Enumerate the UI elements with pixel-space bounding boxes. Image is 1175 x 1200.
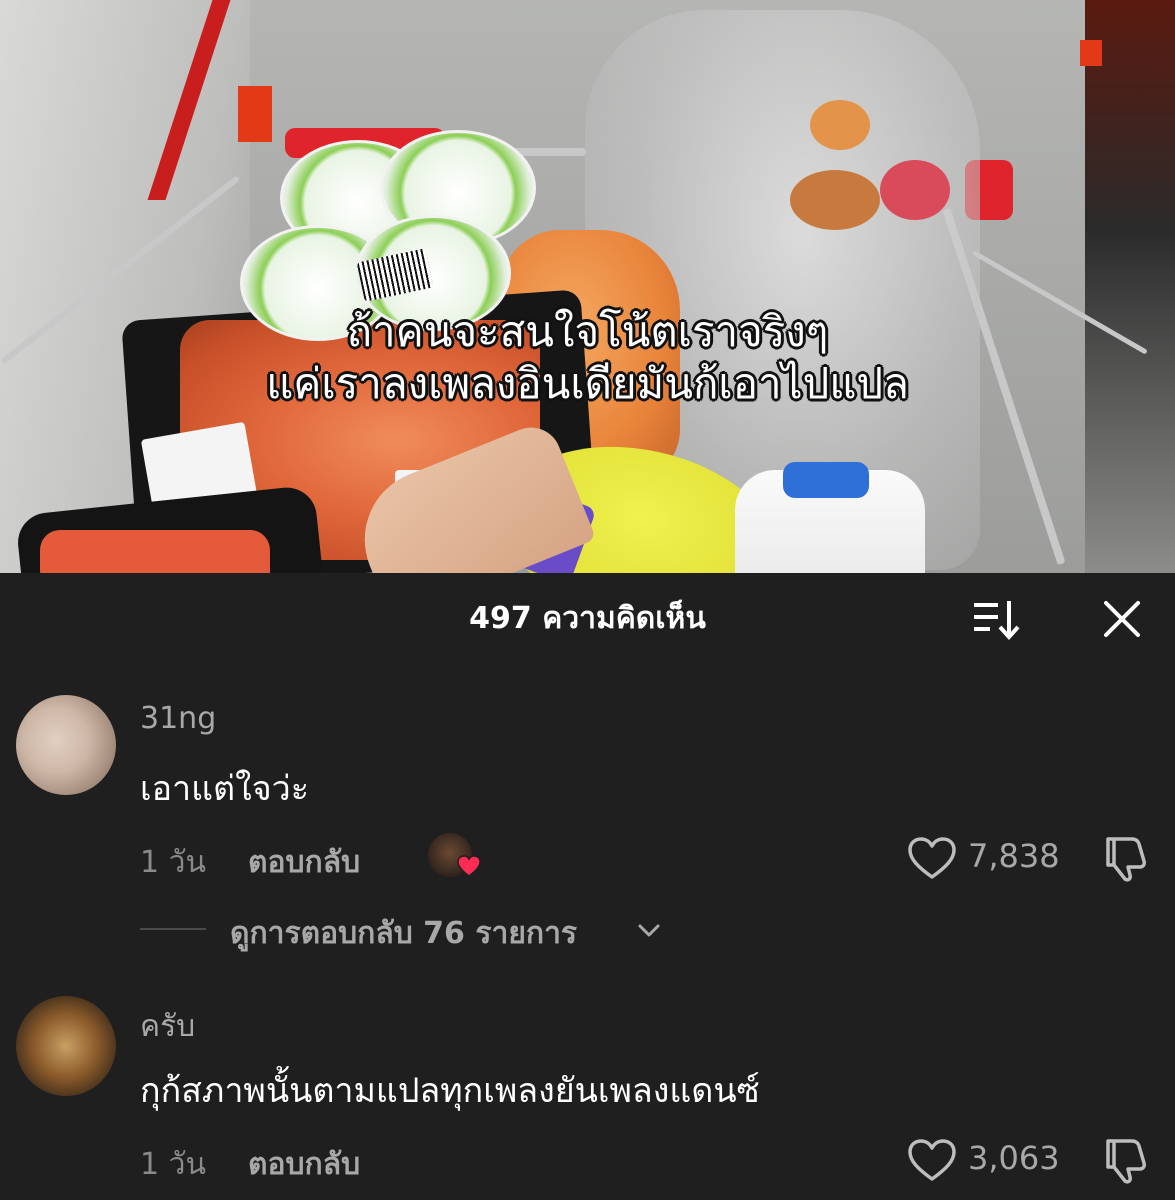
comment-text: กุก้สภาพนั้นตามแปลทุกเพลงยันเพลงแดนซ์: [140, 1071, 760, 1111]
floor-marker: [1080, 40, 1102, 66]
heart-icon[interactable]: [906, 1137, 958, 1183]
heart-icon[interactable]: [906, 835, 958, 881]
produce: [810, 100, 870, 150]
reply-button[interactable]: ตอบกลับ: [248, 839, 360, 886]
close-icon[interactable]: [1100, 597, 1144, 641]
store-shelf-right: [1085, 0, 1175, 573]
video-caption: ถ้าคนจะสนใจโน้ตเราจริงๆ แค่เราลงเพลงอินเ…: [0, 306, 1175, 410]
avatar[interactable]: [16, 695, 116, 795]
caption-line: แค่เราลงเพลงอินเดียมันก้เอาไปแปล: [266, 359, 909, 408]
replies-divider: [140, 928, 206, 930]
produce: [790, 170, 880, 230]
chevron-down-icon[interactable]: [636, 918, 662, 942]
comment-time: 1 วัน: [140, 845, 206, 880]
comment-username[interactable]: ครับ: [140, 1003, 195, 1050]
milk-cap: [783, 462, 869, 498]
avatar[interactable]: [16, 996, 116, 1096]
reply-button[interactable]: ตอบกลับ: [248, 1141, 360, 1188]
thumbs-down-icon[interactable]: [1100, 833, 1152, 883]
like-count: 7,838: [968, 837, 1060, 875]
sort-icon[interactable]: [970, 597, 1022, 641]
comment-text: เอาแต่ใจว่ะ: [140, 769, 310, 809]
comments-panel: 497 ความคิดเห็น 31ng เอาแต่ใจว่ะ 1 วัน ต…: [0, 573, 1175, 1200]
view-replies-link[interactable]: ดูการตอบกลับ 76 รายการ: [230, 910, 577, 957]
comment-time: 1 วัน: [140, 1147, 206, 1182]
view-replies[interactable]: ดูการตอบกลับ 76 รายการ: [0, 910, 1175, 960]
like-count: 3,063: [968, 1139, 1060, 1177]
floor-marker: [238, 86, 272, 142]
thumbs-down-icon[interactable]: [1100, 1135, 1152, 1185]
creator-liked-heart-icon: [457, 855, 481, 877]
video-player[interactable]: ถ้าคนจะสนใจโน้ตเราจริงๆ แค่เราลงเพลงอินเ…: [0, 0, 1175, 573]
meat-pack: [40, 530, 270, 573]
produce: [880, 160, 950, 220]
caption-line: ถ้าคนจะสนใจโน้ตเราจริงๆ: [346, 307, 829, 356]
comment-username[interactable]: 31ng: [140, 701, 216, 736]
comments-header: 497 ความคิดเห็น: [0, 573, 1175, 663]
